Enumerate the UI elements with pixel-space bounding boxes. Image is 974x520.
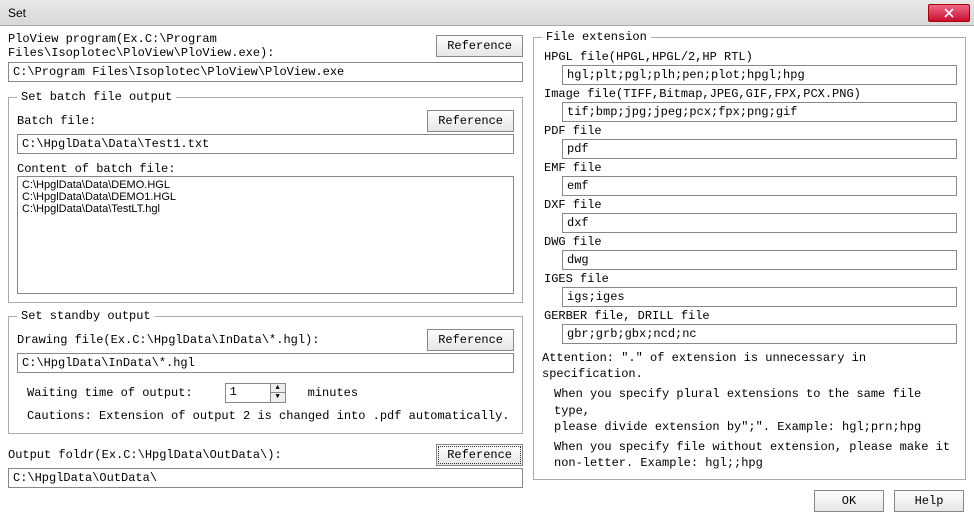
drawing-file-label: Drawing file(Ex.C:\HpglData\InData\*.hgl…: [17, 333, 421, 347]
iges-ext-input[interactable]: [562, 287, 957, 307]
wait-time-label: Waiting time of output:: [27, 386, 193, 400]
output-reference-button[interactable]: Reference: [436, 444, 523, 466]
dxf-ext-label: DXF file: [544, 198, 957, 212]
attention-line-3a: When you specify file without extension,…: [554, 439, 957, 455]
file-extension-group: File extension HPGL file(HPGL,HPGL/2,HP …: [533, 30, 966, 480]
batch-legend: Set batch file output: [17, 90, 176, 104]
program-path-label: PloView program(Ex.C:\Program Files\Isop…: [8, 32, 430, 60]
emf-ext-label: EMF file: [544, 161, 957, 175]
program-reference-button[interactable]: Reference: [436, 35, 523, 57]
attention-line-1: Attention: "." of extension is unnecessa…: [542, 350, 957, 382]
close-button[interactable]: [928, 4, 970, 22]
batch-output-group: Set batch file output Batch file: Refere…: [8, 90, 523, 303]
standby-legend: Set standby output: [17, 309, 155, 323]
batch-reference-button[interactable]: Reference: [427, 110, 514, 132]
hpgl-ext-label: HPGL file(HPGL,HPGL/2,HP RTL): [544, 50, 957, 64]
spinner-down-icon[interactable]: ▼: [271, 393, 285, 402]
wait-time-spinner[interactable]: 1 ▲ ▼: [225, 383, 286, 403]
dxf-ext-input[interactable]: [562, 213, 957, 233]
attention-line-3b: non-letter. Example: hgl;;hpg: [554, 455, 957, 471]
window-title: Set: [8, 6, 928, 20]
output-folder-input[interactable]: [8, 468, 523, 488]
attention-line-2b: please divide extension by";". Example: …: [554, 419, 957, 435]
batch-content-label: Content of batch file:: [17, 162, 514, 176]
standby-reference-button[interactable]: Reference: [427, 329, 514, 351]
pdf-ext-label: PDF file: [544, 124, 957, 138]
batch-content-textarea[interactable]: C:\HpglData\Data\DEMO.HGL C:\HpglData\Da…: [17, 176, 514, 294]
close-icon: [944, 8, 954, 18]
drawing-file-input[interactable]: [17, 353, 514, 373]
program-path-input[interactable]: [8, 62, 523, 82]
pdf-ext-input[interactable]: [562, 139, 957, 159]
attention-line-2a: When you specify plural extensions to th…: [554, 386, 957, 418]
wait-time-unit: minutes: [308, 386, 358, 400]
dwg-ext-input[interactable]: [562, 250, 957, 270]
output-folder-label: Output foldr(Ex.C:\HpglData\OutData\):: [8, 448, 430, 462]
attention-text: Attention: "." of extension is unnecessa…: [542, 350, 957, 471]
gerber-ext-label: GERBER file, DRILL file: [544, 309, 957, 323]
emf-ext-input[interactable]: [562, 176, 957, 196]
title-bar: Set: [0, 0, 974, 26]
ok-button[interactable]: OK: [814, 490, 884, 512]
gerber-ext-input[interactable]: [562, 324, 957, 344]
batch-file-label: Batch file:: [17, 114, 421, 128]
wait-time-value[interactable]: 1: [226, 384, 270, 402]
hpgl-ext-input[interactable]: [562, 65, 957, 85]
image-ext-input[interactable]: [562, 102, 957, 122]
file-extension-legend: File extension: [542, 30, 651, 44]
image-ext-label: Image file(TIFF,Bitmap,JPEG,GIF,FPX,PCX.…: [544, 87, 957, 101]
standby-output-group: Set standby output Drawing file(Ex.C:\Hp…: [8, 309, 523, 434]
standby-caution: Cautions: Extension of output 2 is chang…: [27, 409, 512, 423]
dwg-ext-label: DWG file: [544, 235, 957, 249]
spinner-up-icon[interactable]: ▲: [271, 384, 285, 393]
batch-file-input[interactable]: [17, 134, 514, 154]
iges-ext-label: IGES file: [544, 272, 957, 286]
help-button[interactable]: Help: [894, 490, 964, 512]
